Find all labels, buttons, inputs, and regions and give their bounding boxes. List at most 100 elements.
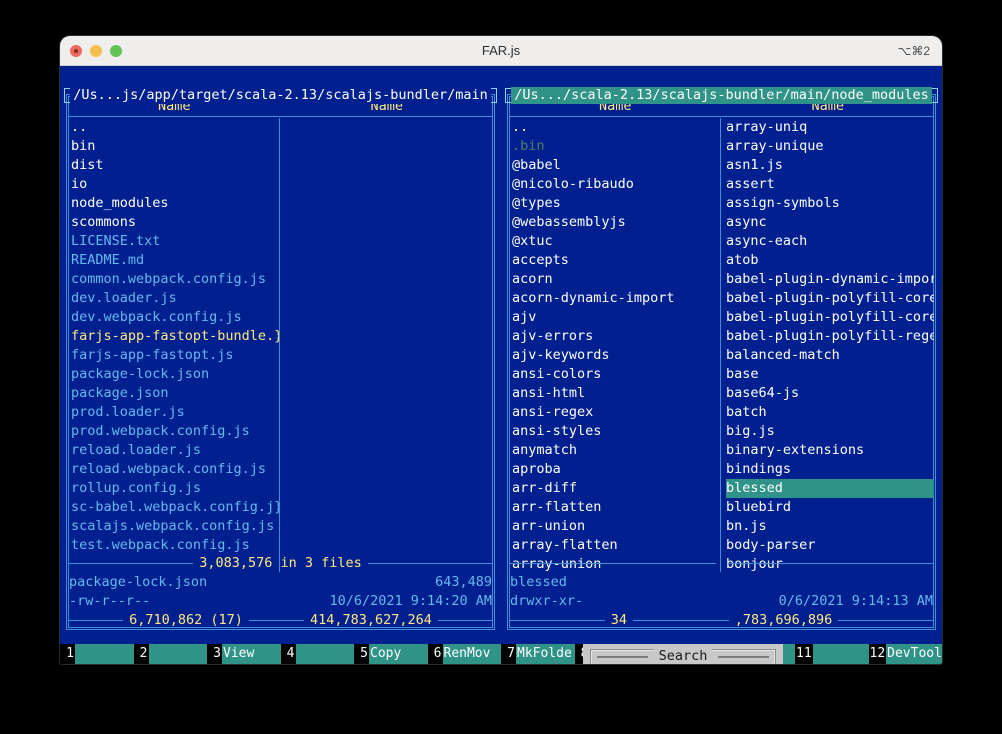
file-entry[interactable]: package-lock.json bbox=[71, 365, 279, 384]
function-key-f7[interactable]: 7 MkFolde bbox=[501, 644, 575, 664]
right-file-panel[interactable]: /Us.../scala-2.13/scalajs-bundler/main/n… bbox=[501, 66, 942, 644]
file-entry[interactable]: binary-extensions bbox=[726, 441, 934, 460]
left-column-1[interactable]: .. bin dist io node_modules scommons LICENSE.t… bbox=[68, 118, 279, 572]
function-key-f5[interactable]: 5 Copy bbox=[354, 644, 428, 664]
function-key-number: 4 bbox=[280, 644, 296, 664]
function-key-f12[interactable]: 12 DevTool bbox=[868, 644, 942, 664]
file-entry[interactable]: blessed bbox=[726, 479, 934, 498]
search-dialog[interactable]: Search bless bbox=[583, 644, 783, 664]
file-entry[interactable]: ajv bbox=[512, 308, 720, 327]
file-entry[interactable]: base64-js bbox=[726, 384, 934, 403]
file-entry[interactable]: assert bbox=[726, 175, 934, 194]
file-entry[interactable]: ajv-keywords bbox=[512, 346, 720, 365]
file-entry[interactable]: ansi-regex bbox=[512, 403, 720, 422]
left-current-size: 643,489 bbox=[435, 574, 492, 590]
file-entry[interactable]: .. bbox=[512, 118, 720, 137]
file-entry[interactable]: io bbox=[71, 175, 279, 194]
file-entry[interactable]: dist bbox=[71, 156, 279, 175]
file-entry[interactable]: bluebird bbox=[726, 498, 934, 517]
function-key-f11[interactable]: 11 bbox=[795, 644, 869, 664]
file-entry[interactable]: bin bbox=[71, 137, 279, 156]
function-key-bar: 123View45Copy6RenMov7MkFolde8Delete910Ex… bbox=[60, 644, 942, 664]
left-current-name: package-lock.json bbox=[69, 574, 208, 590]
file-entry[interactable]: node_modules bbox=[71, 194, 279, 213]
file-entry[interactable]: aproba bbox=[512, 460, 720, 479]
file-entry[interactable]: async-each bbox=[726, 232, 934, 251]
file-entry[interactable]: rollup.config.js bbox=[71, 479, 279, 498]
file-entry[interactable]: farjs-app-fastopt-bundle.} bbox=[71, 327, 279, 346]
function-key-label: RenMov bbox=[442, 644, 501, 664]
left-current-date: 10/6/2021 9:14:20 AM bbox=[329, 593, 492, 609]
file-entry[interactable]: @nicolo-ribaudo bbox=[512, 175, 720, 194]
file-entry[interactable]: arr-flatten bbox=[512, 498, 720, 517]
function-key-f6[interactable]: 6 RenMov bbox=[427, 644, 501, 664]
file-entry[interactable]: babel-plugin-polyfill-corej} bbox=[726, 308, 934, 327]
file-entry[interactable]: arr-diff bbox=[512, 479, 720, 498]
file-entry[interactable]: dev.loader.js bbox=[71, 289, 279, 308]
file-entry[interactable]: array-flatten bbox=[512, 536, 720, 555]
function-key-f4[interactable]: 4 bbox=[280, 644, 354, 664]
file-entry[interactable]: scalajs.webpack.config.js bbox=[71, 517, 279, 536]
file-entry[interactable]: babel-plugin-polyfill-regen} bbox=[726, 327, 934, 346]
file-entry[interactable]: README.md bbox=[71, 251, 279, 270]
file-entry[interactable]: package.json bbox=[71, 384, 279, 403]
file-entry[interactable]: body-parser bbox=[726, 536, 934, 555]
file-entry[interactable]: ansi-colors bbox=[512, 365, 720, 384]
file-entry[interactable]: LICENSE.txt bbox=[71, 232, 279, 251]
file-entry[interactable]: @xtuc bbox=[512, 232, 720, 251]
right-column-2[interactable]: array-uniq array-unique asn1.js assert assig… bbox=[720, 118, 934, 572]
file-entry[interactable]: ajv-errors bbox=[512, 327, 720, 346]
right-current-file-row: blessed bbox=[510, 573, 933, 592]
file-entry[interactable]: array-unique bbox=[726, 137, 934, 156]
function-key-f1[interactable]: 1 bbox=[60, 644, 134, 664]
file-entry[interactable]: assign-symbols bbox=[726, 194, 934, 213]
right-column-1[interactable]: .. .bin @babel @nicolo-ribaudo @types @webass… bbox=[509, 118, 720, 572]
left-total-free: 414,783,627,264 bbox=[309, 612, 432, 628]
file-entry[interactable]: accepts bbox=[512, 251, 720, 270]
right-panel-path[interactable]: /Us.../scala-2.13/scalajs-bundler/main/n… bbox=[511, 87, 932, 104]
function-key-f3[interactable]: 3 View bbox=[207, 644, 281, 664]
left-file-panel[interactable]: /Us...js/app/target/scala-2.13/scalajs-b… bbox=[60, 66, 501, 644]
file-entry[interactable]: asn1.js bbox=[726, 156, 934, 175]
file-entry[interactable]: @types bbox=[512, 194, 720, 213]
right-total-selected: 34 bbox=[610, 612, 627, 628]
file-entry[interactable]: reload.webpack.config.js bbox=[71, 460, 279, 479]
file-entry[interactable]: bindings bbox=[726, 460, 934, 479]
file-entry[interactable]: @babel bbox=[512, 156, 720, 175]
file-entry[interactable]: .bin bbox=[512, 137, 720, 156]
file-entry[interactable]: babel-plugin-polyfill-corej} bbox=[726, 289, 934, 308]
file-entry[interactable]: acorn-dynamic-import bbox=[512, 289, 720, 308]
file-entry[interactable]: bn.js bbox=[726, 517, 934, 536]
file-entry[interactable]: scommons bbox=[71, 213, 279, 232]
function-key-f2[interactable]: 2 bbox=[133, 644, 207, 664]
file-entry[interactable]: farjs-app-fastopt.js bbox=[71, 346, 279, 365]
file-entry[interactable]: dev.webpack.config.js bbox=[71, 308, 279, 327]
file-entry[interactable]: base bbox=[726, 365, 934, 384]
file-entry[interactable]: ansi-html bbox=[512, 384, 720, 403]
file-entry[interactable]: ansi-styles bbox=[512, 422, 720, 441]
file-entry[interactable]: prod.webpack.config.js bbox=[71, 422, 279, 441]
file-entry[interactable]: arr-union bbox=[512, 517, 720, 536]
file-entry[interactable]: anymatch bbox=[512, 441, 720, 460]
left-panel-path[interactable]: /Us...js/app/target/scala-2.13/scalajs-b… bbox=[70, 87, 491, 104]
file-entry[interactable]: array-uniq bbox=[726, 118, 934, 137]
file-entry[interactable]: reload.loader.js bbox=[71, 441, 279, 460]
file-entry[interactable]: @webassemblyjs bbox=[512, 213, 720, 232]
file-entry[interactable]: common.webpack.config.js bbox=[71, 270, 279, 289]
file-entry[interactable]: test.webpack.config.js bbox=[71, 536, 279, 555]
left-column-2[interactable] bbox=[279, 118, 493, 572]
file-entry[interactable]: balanced-match bbox=[726, 346, 934, 365]
file-entry[interactable]: async bbox=[726, 213, 934, 232]
file-entry[interactable]: sc-babel.webpack.config.j} bbox=[71, 498, 279, 517]
file-entry[interactable]: big.js bbox=[726, 422, 934, 441]
left-current-perms: -rw-r--r-- bbox=[69, 593, 151, 609]
file-entry[interactable]: atob bbox=[726, 251, 934, 270]
file-entry[interactable]: prod.loader.js bbox=[71, 403, 279, 422]
file-entry[interactable]: .. bbox=[71, 118, 279, 137]
file-entry[interactable]: batch bbox=[726, 403, 934, 422]
function-key-number: 7 bbox=[501, 644, 516, 664]
right-current-name: blessed bbox=[510, 574, 567, 590]
function-key-number: 5 bbox=[354, 644, 369, 664]
file-entry[interactable]: acorn bbox=[512, 270, 720, 289]
file-entry[interactable]: babel-plugin-dynamic-import} bbox=[726, 270, 934, 289]
